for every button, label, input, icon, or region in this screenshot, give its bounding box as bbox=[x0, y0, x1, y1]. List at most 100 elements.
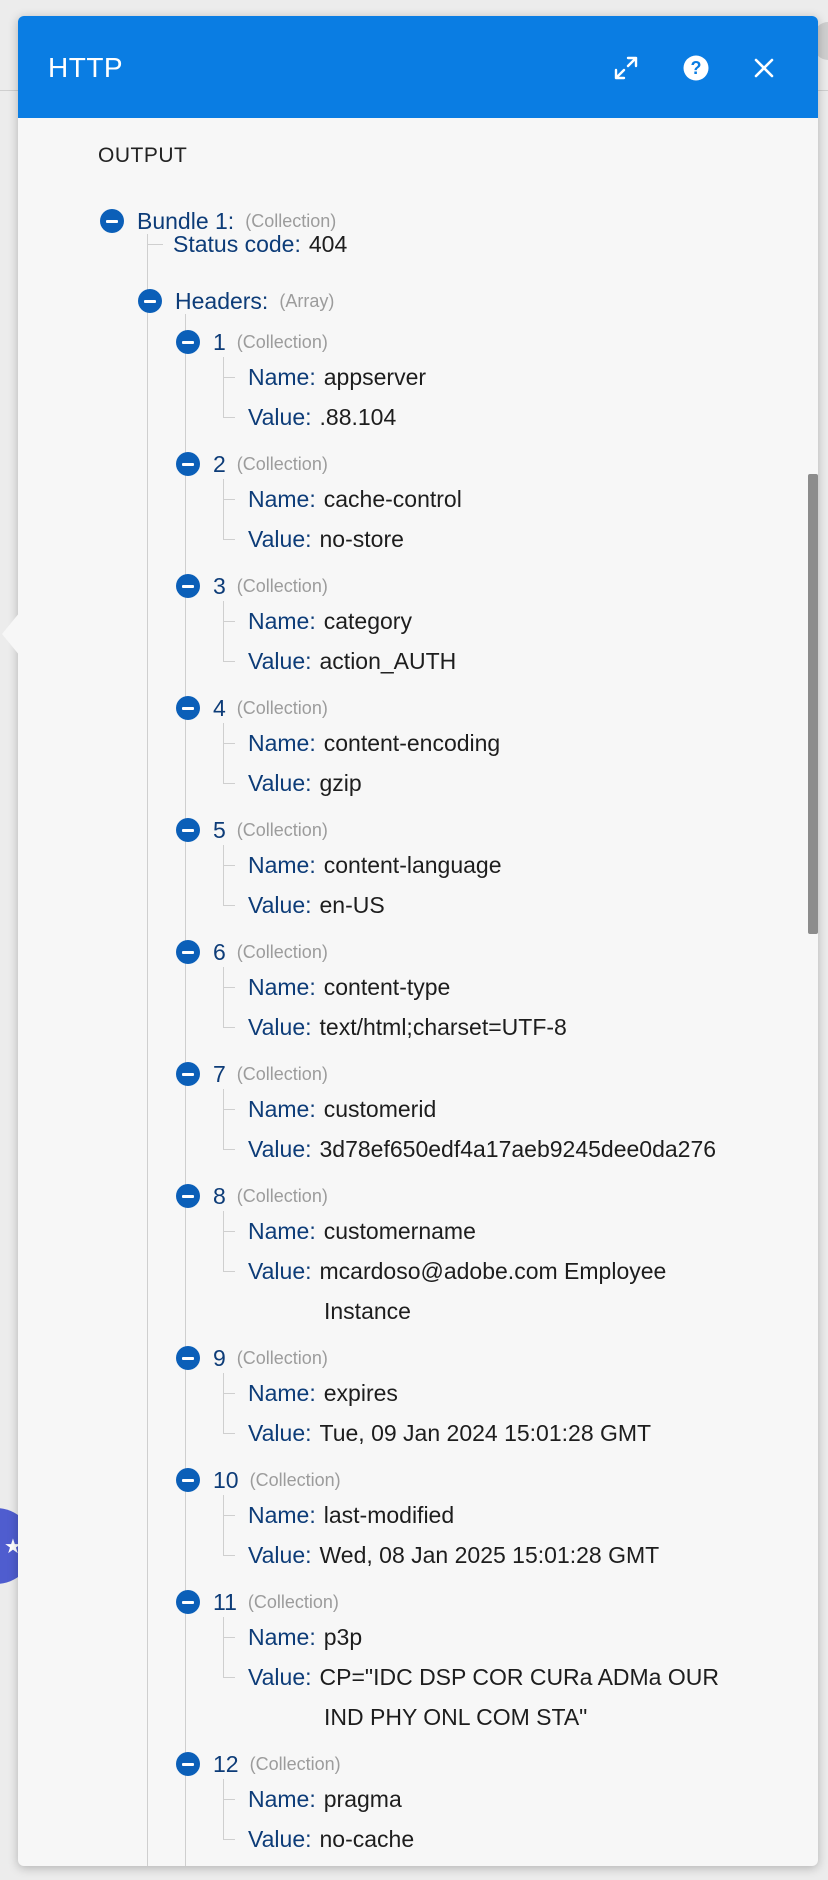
tree-connector bbox=[223, 1677, 235, 1678]
header-value-row: Value: Tue, 09 Jan 2024 15:01:28 GMT bbox=[248, 1413, 651, 1453]
header-name-row: Name: cache-control bbox=[248, 479, 462, 519]
field-value: en-US bbox=[319, 892, 385, 918]
collapse-icon[interactable] bbox=[176, 1346, 200, 1370]
headers-row: Headers: (Array) bbox=[138, 286, 334, 316]
tree-connector bbox=[223, 1231, 235, 1232]
collapse-icon[interactable] bbox=[176, 330, 200, 354]
tree-connector bbox=[223, 1799, 235, 1800]
node-key: 4 bbox=[213, 694, 226, 721]
close-button[interactable] bbox=[746, 50, 782, 86]
dialog-title: HTTP bbox=[48, 52, 124, 83]
field-label: Name: bbox=[248, 1786, 316, 1812]
node-key: 5 bbox=[213, 816, 226, 843]
header-item-2: 2 (Collection) bbox=[176, 449, 328, 479]
tree-connector bbox=[223, 1779, 224, 1839]
field-value: .88.104 bbox=[319, 404, 397, 430]
collapse-icon[interactable] bbox=[176, 696, 200, 720]
field-label: Name: bbox=[248, 1218, 316, 1244]
tree-connector bbox=[223, 1149, 235, 1150]
collapse-icon[interactable] bbox=[176, 1752, 200, 1776]
node-type: (Collection) bbox=[247, 1591, 339, 1612]
collapse-icon[interactable] bbox=[176, 1062, 200, 1086]
header-item-5: 5 (Collection) bbox=[176, 815, 328, 845]
tree-connector bbox=[223, 417, 235, 418]
node-key: 1 bbox=[213, 328, 226, 355]
collapse-icon[interactable] bbox=[176, 1184, 200, 1208]
tree-connector bbox=[223, 621, 235, 622]
collapse-icon[interactable] bbox=[176, 940, 200, 964]
http-output-dialog: HTTP ? OUTPUT Bundle 1: (Collection) Sta… bbox=[18, 16, 818, 1866]
header-item-7: 7 (Collection) bbox=[176, 1059, 328, 1089]
collapse-icon[interactable] bbox=[176, 574, 200, 598]
node-type: (Collection) bbox=[236, 1347, 328, 1368]
scrollbar-thumb[interactable] bbox=[808, 474, 818, 934]
field-label: Value: bbox=[248, 770, 312, 796]
dialog-pointer bbox=[2, 612, 20, 656]
collapse-icon[interactable] bbox=[176, 818, 200, 842]
field-value-continued: IND PHY ONL COM STA" bbox=[324, 1704, 588, 1730]
tree-connector bbox=[223, 845, 224, 905]
tree-connector bbox=[223, 601, 224, 661]
tree-connector bbox=[223, 661, 235, 662]
collapse-icon[interactable] bbox=[138, 289, 162, 313]
svg-text:?: ? bbox=[691, 58, 702, 78]
collapse-icon[interactable] bbox=[176, 1590, 200, 1614]
tree-connector bbox=[223, 865, 235, 866]
tree-connector bbox=[147, 234, 148, 1866]
header-name-row: Name: p3p bbox=[248, 1617, 362, 1657]
header-value-row: Value: 3d78ef650edf4a17aeb9245dee0da276 bbox=[248, 1129, 716, 1169]
tree-connector bbox=[223, 1433, 235, 1434]
field-value-continued: Instance bbox=[324, 1298, 411, 1324]
header-value-row: Value: mcardoso@adobe.com Employee bbox=[248, 1251, 666, 1291]
field-label: Name: bbox=[248, 974, 316, 1000]
header-name-row: Name: pragma bbox=[248, 1779, 402, 1819]
tree-connector bbox=[223, 1637, 235, 1638]
tree-connector bbox=[223, 1373, 224, 1433]
collapse-icon[interactable] bbox=[176, 1468, 200, 1492]
header-item-3: 3 (Collection) bbox=[176, 571, 328, 601]
field-value: 404 bbox=[308, 231, 348, 257]
field-value: content-encoding bbox=[323, 730, 501, 756]
help-icon: ? bbox=[682, 54, 710, 82]
node-key: 6 bbox=[213, 938, 226, 965]
node-type: (Collection) bbox=[249, 1753, 341, 1774]
field-label: Value: bbox=[248, 404, 312, 430]
node-type: (Collection) bbox=[236, 941, 328, 962]
field-value: p3p bbox=[323, 1624, 363, 1650]
tree-connector bbox=[223, 987, 235, 988]
tree-connector bbox=[223, 1515, 235, 1516]
field-value: gzip bbox=[319, 770, 362, 796]
tree-connector bbox=[223, 1555, 235, 1556]
scrollbar[interactable] bbox=[804, 118, 818, 1866]
collapse-icon[interactable] bbox=[100, 209, 124, 233]
header-name-row: Name: last-modified bbox=[248, 1495, 454, 1535]
node-key: 12 bbox=[213, 1750, 239, 1777]
header-value-row: Value: no-store bbox=[248, 519, 404, 559]
node-type: (Collection) bbox=[249, 1469, 341, 1490]
collapse-icon[interactable] bbox=[176, 452, 200, 476]
node-type: (Array) bbox=[279, 290, 335, 311]
tree-connector bbox=[223, 499, 235, 500]
header-item-11: 11 (Collection) bbox=[176, 1587, 339, 1617]
field-value: cache-control bbox=[323, 486, 462, 512]
tree-connector bbox=[147, 244, 163, 245]
tree-connector bbox=[185, 314, 186, 1866]
field-label: Value: bbox=[248, 1664, 312, 1690]
output-section-label: OUTPUT bbox=[98, 144, 188, 167]
help-button[interactable]: ? bbox=[678, 50, 714, 86]
node-type: (Collection) bbox=[236, 453, 328, 474]
node-key: Headers: bbox=[175, 287, 269, 314]
field-value: pragma bbox=[323, 1786, 402, 1812]
field-value: Tue, 09 Jan 2024 15:01:28 GMT bbox=[319, 1420, 652, 1446]
expand-button[interactable] bbox=[608, 50, 644, 86]
field-label: Value: bbox=[248, 892, 312, 918]
field-value: customerid bbox=[323, 1096, 437, 1122]
field-value: text/html;charset=UTF-8 bbox=[319, 1014, 567, 1040]
field-label: Value: bbox=[248, 1136, 312, 1162]
node-key: 2 bbox=[213, 450, 226, 477]
field-label: Name: bbox=[248, 1624, 316, 1650]
header-item-10: 10 (Collection) bbox=[176, 1465, 341, 1495]
node-type: (Collection) bbox=[236, 1063, 328, 1084]
tree-connector bbox=[223, 743, 235, 744]
field-value: last-modified bbox=[323, 1502, 455, 1528]
